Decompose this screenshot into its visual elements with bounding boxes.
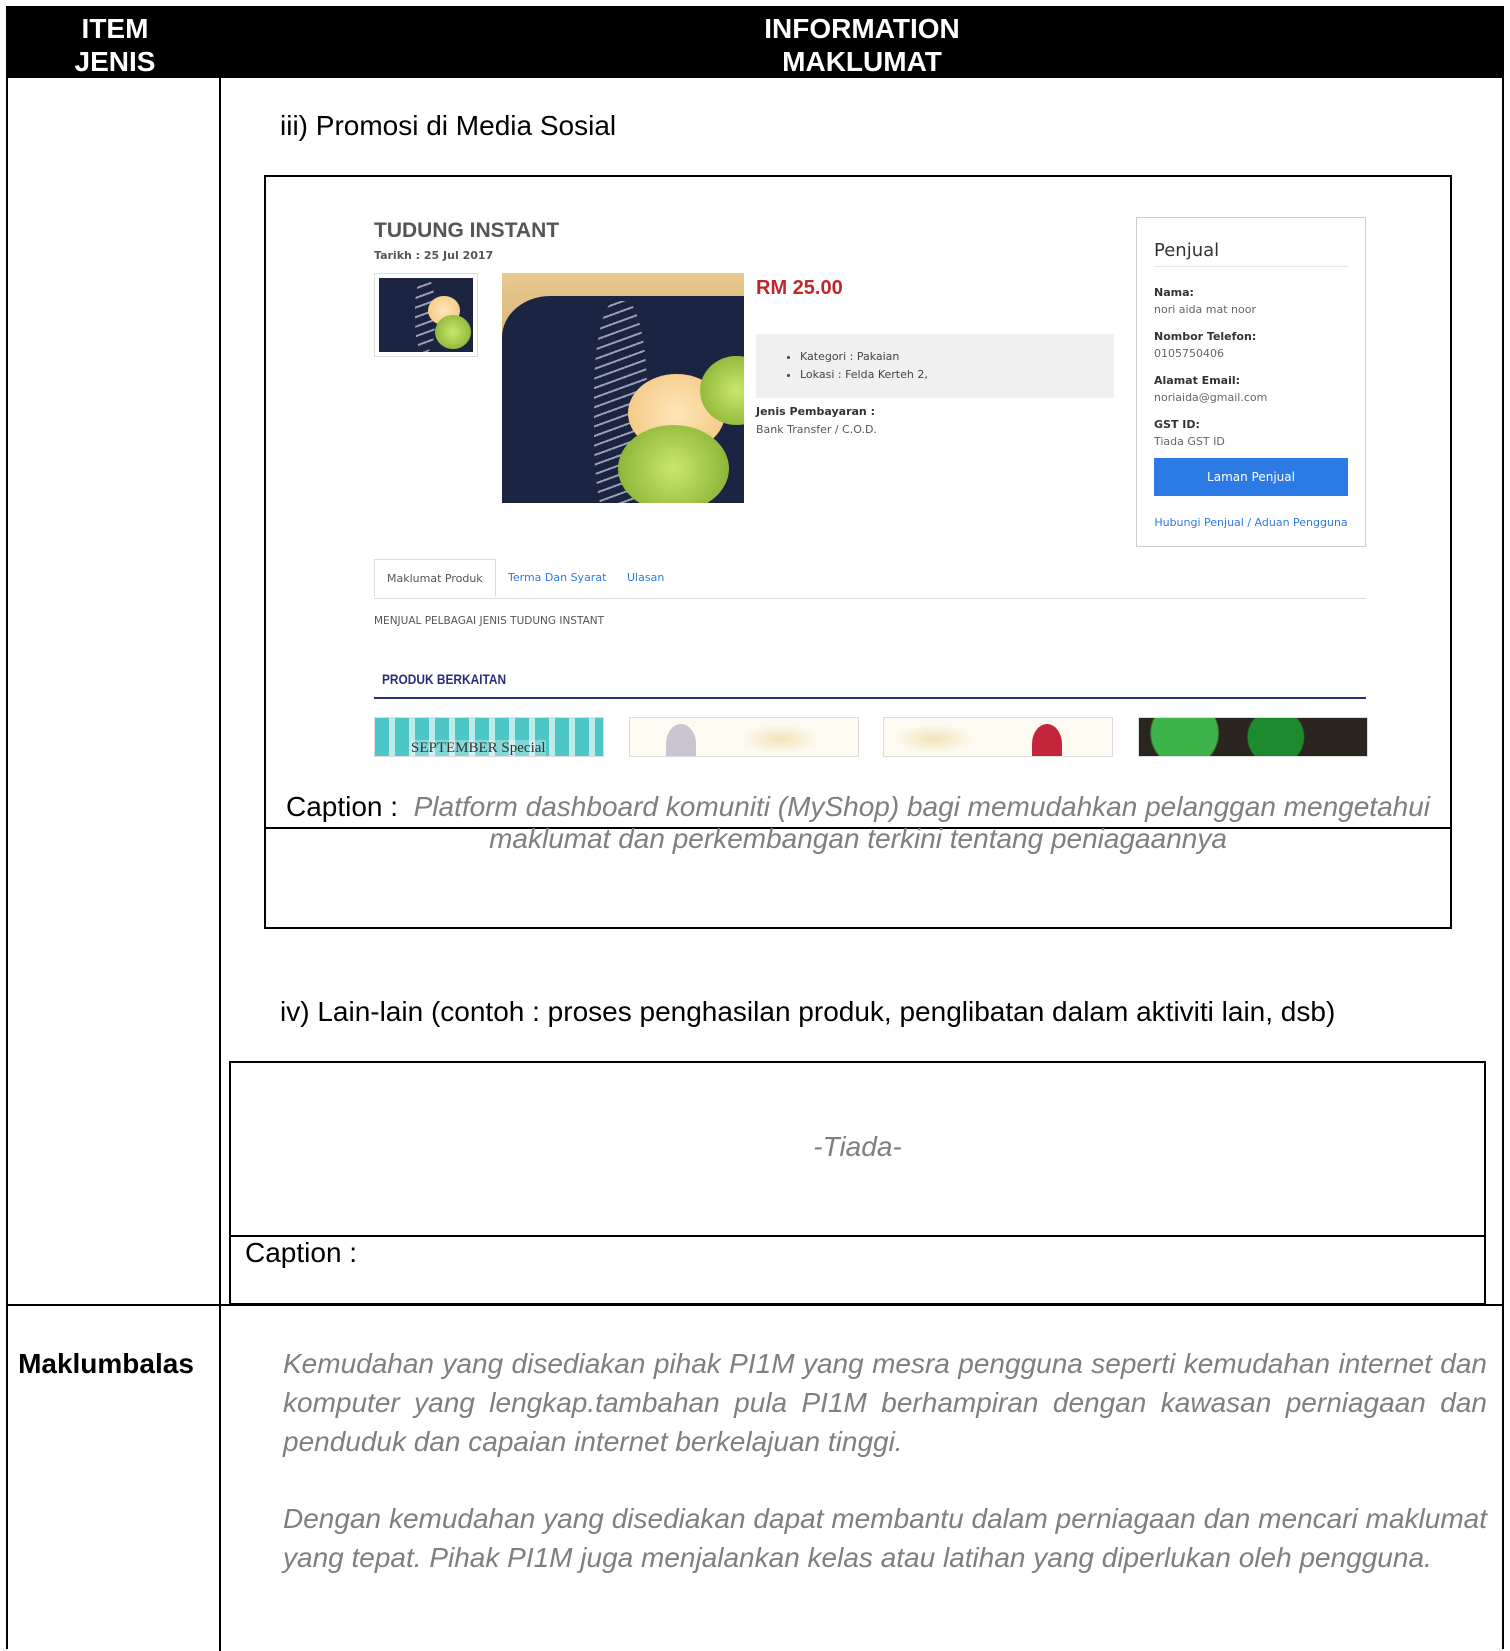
payment-value: Bank Transfer / C.O.D. — [756, 423, 877, 436]
tab-reviews[interactable]: Ulasan — [615, 559, 676, 596]
seller-phone: 0105750406 — [1154, 347, 1224, 360]
seller-email: noriaida@gmail.com — [1154, 391, 1268, 404]
seller-name-label: Nama: — [1154, 286, 1194, 299]
related-product-card[interactable] — [629, 717, 859, 757]
tab-terms[interactable]: Terma Dan Syarat — [496, 559, 618, 596]
seller-phone-label: Nombor Telefon: — [1154, 330, 1257, 343]
product-date: Tarikh : 25 Jul 2017 — [374, 249, 494, 262]
product-tabs: Maklumat Produk Terma Dan Syarat Ulasan — [374, 559, 1366, 599]
seller-panel: Penjual Nama: nori aida mat noor Nombor … — [1136, 217, 1366, 547]
contact-seller-link[interactable]: Hubungi Penjual / Aduan Pengguna — [1137, 516, 1365, 529]
header-information: INFORMATION MAKLUMAT — [222, 12, 1502, 78]
header-item: ITEM JENIS — [8, 12, 222, 78]
related-products-rule — [374, 697, 1366, 699]
feedback-paragraph: Kemudahan yang disediakan pihak PI1M yan… — [283, 1348, 1487, 1457]
myshop-screenshot: TUDUNG INSTANT Tarikh : 25 Jul 2017 RM 2… — [266, 177, 1450, 797]
figure-social-media: TUDUNG INSTANT Tarikh : 25 Jul 2017 RM 2… — [264, 175, 1452, 929]
caption-text: Platform dashboard komuniti (MyShop) bag… — [413, 791, 1431, 854]
related-banner-text: SEPTEMBER Special — [411, 740, 546, 756]
related-product-card[interactable]: SEPTEMBER Special — [374, 717, 604, 757]
section-iii-title: iii) Promosi di Media Sosial — [280, 110, 617, 141]
caption-label: Caption : — [245, 1237, 358, 1268]
section-iv-title: iv) Lain-lain (contoh : proses penghasil… — [280, 996, 1336, 1027]
product-description: MENJUAL PELBAGAI JENIS TUDUNG INSTANT — [374, 615, 605, 627]
product-thumbnail[interactable] — [374, 273, 478, 357]
feedback-label: Maklumbalas — [18, 1348, 194, 1379]
seller-divider — [1154, 266, 1348, 267]
seller-gst-label: GST ID: — [1154, 418, 1200, 431]
figure-other: -Tiada- Caption : — [229, 1061, 1486, 1305]
payment-label: Jenis Pembayaran : — [756, 405, 875, 418]
product-title: TUDUNG INSTANT — [374, 219, 560, 242]
caption-divider — [231, 1235, 1484, 1237]
seller-heading: Penjual — [1154, 240, 1220, 261]
related-product-card[interactable] — [1138, 717, 1368, 757]
table-header: ITEM JENIS INFORMATION MAKLUMAT — [8, 8, 1502, 78]
seller-page-button[interactable]: Laman Penjual — [1154, 458, 1348, 496]
tab-product-info[interactable]: Maklumat Produk — [374, 559, 496, 597]
header-info-line1: INFORMATION — [764, 13, 960, 44]
header-item-line2: JENIS — [74, 46, 156, 77]
seller-gst: Tiada GST ID — [1154, 435, 1225, 448]
figure-caption: Caption : Platform dashboard komuniti (M… — [266, 791, 1450, 855]
feedback-paragraph: Dengan kemudahan yang disediakan dapat m… — [283, 1503, 1487, 1573]
seller-name: nori aida mat noor — [1154, 303, 1257, 316]
column-divider — [219, 78, 221, 1651]
header-item-line1: ITEM — [81, 13, 149, 44]
product-category: Kategori : Pakaian — [800, 348, 928, 366]
seller-email-label: Alamat Email: — [1154, 374, 1241, 387]
product-location: Lokasi : Felda Kerteh 2, — [800, 366, 928, 384]
related-product-card[interactable] — [883, 717, 1113, 757]
product-details-box: Kategori : Pakaian Lokasi : Felda Kerteh… — [756, 334, 1114, 398]
caption-label: Caption : — [285, 791, 399, 822]
no-content-placeholder: -Tiada- — [813, 1131, 902, 1162]
related-products-title: PRODUK BERKAITAN — [382, 671, 507, 687]
product-main-image — [502, 273, 744, 503]
header-info-line2: MAKLUMAT — [782, 46, 942, 77]
product-price: RM 25.00 — [756, 277, 843, 299]
